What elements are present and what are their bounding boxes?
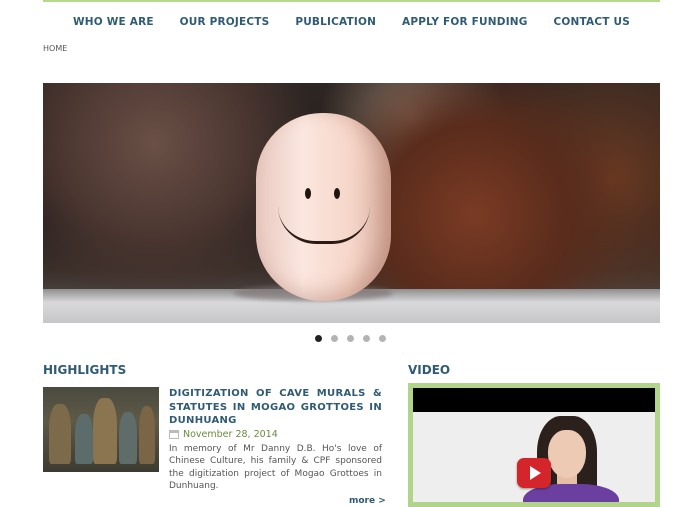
article-title[interactable]: DIGITIZATION OF CAVE MURALS & STATUTES I… xyxy=(169,387,382,428)
article-date: November 28, 2014 xyxy=(183,428,278,440)
slider-dot-4[interactable] xyxy=(363,335,370,342)
highlights-heading: HIGHLIGHTS xyxy=(43,363,127,377)
article-date-row: November 28, 2014 xyxy=(169,429,382,440)
nav-item-our-projects[interactable]: OUR PROJECTS xyxy=(180,16,270,28)
mural-figure-3 xyxy=(93,398,117,464)
left-eye xyxy=(305,188,311,199)
smile-mouth xyxy=(278,206,370,244)
video-screen[interactable] xyxy=(413,388,655,502)
mural-figure-1 xyxy=(49,404,71,464)
smiley-pill-figure xyxy=(256,113,391,301)
right-eye xyxy=(334,188,340,199)
highlight-article: DIGITIZATION OF CAVE MURALS & STATUTES I… xyxy=(169,387,382,493)
article-summary: In memory of Mr Danny D.B. Ho's love of … xyxy=(169,443,382,492)
slider-dot-2[interactable] xyxy=(331,335,338,342)
more-link[interactable]: more > xyxy=(349,496,386,506)
article-thumbnail[interactable] xyxy=(43,387,159,472)
breadcrumb-home[interactable]: HOME xyxy=(43,44,67,53)
video-top-bar xyxy=(413,388,655,412)
play-icon[interactable] xyxy=(517,458,551,488)
slider-pagination xyxy=(315,335,386,342)
calendar-icon xyxy=(169,429,179,439)
nav-item-who-we-are[interactable]: WHO WE ARE xyxy=(73,16,154,28)
mural-figure-5 xyxy=(139,406,155,464)
video-heading: VIDEO xyxy=(408,363,451,377)
mural-figure-4 xyxy=(119,412,137,464)
slider-dot-3[interactable] xyxy=(347,335,354,342)
hero-slide-image xyxy=(43,83,660,323)
main-nav: WHO WE ARE OUR PROJECTS PUBLICATION APPL… xyxy=(43,0,660,40)
video-person-face xyxy=(548,430,586,478)
nav-item-publication[interactable]: PUBLICATION xyxy=(295,16,376,28)
mural-figure-2 xyxy=(75,414,93,464)
nav-item-contact-us[interactable]: CONTACT US xyxy=(553,16,630,28)
video-player xyxy=(408,383,660,507)
nav-item-apply-for-funding[interactable]: APPLY FOR FUNDING xyxy=(402,16,528,28)
slider-dot-1[interactable] xyxy=(315,335,322,342)
slider-dot-5[interactable] xyxy=(379,335,386,342)
